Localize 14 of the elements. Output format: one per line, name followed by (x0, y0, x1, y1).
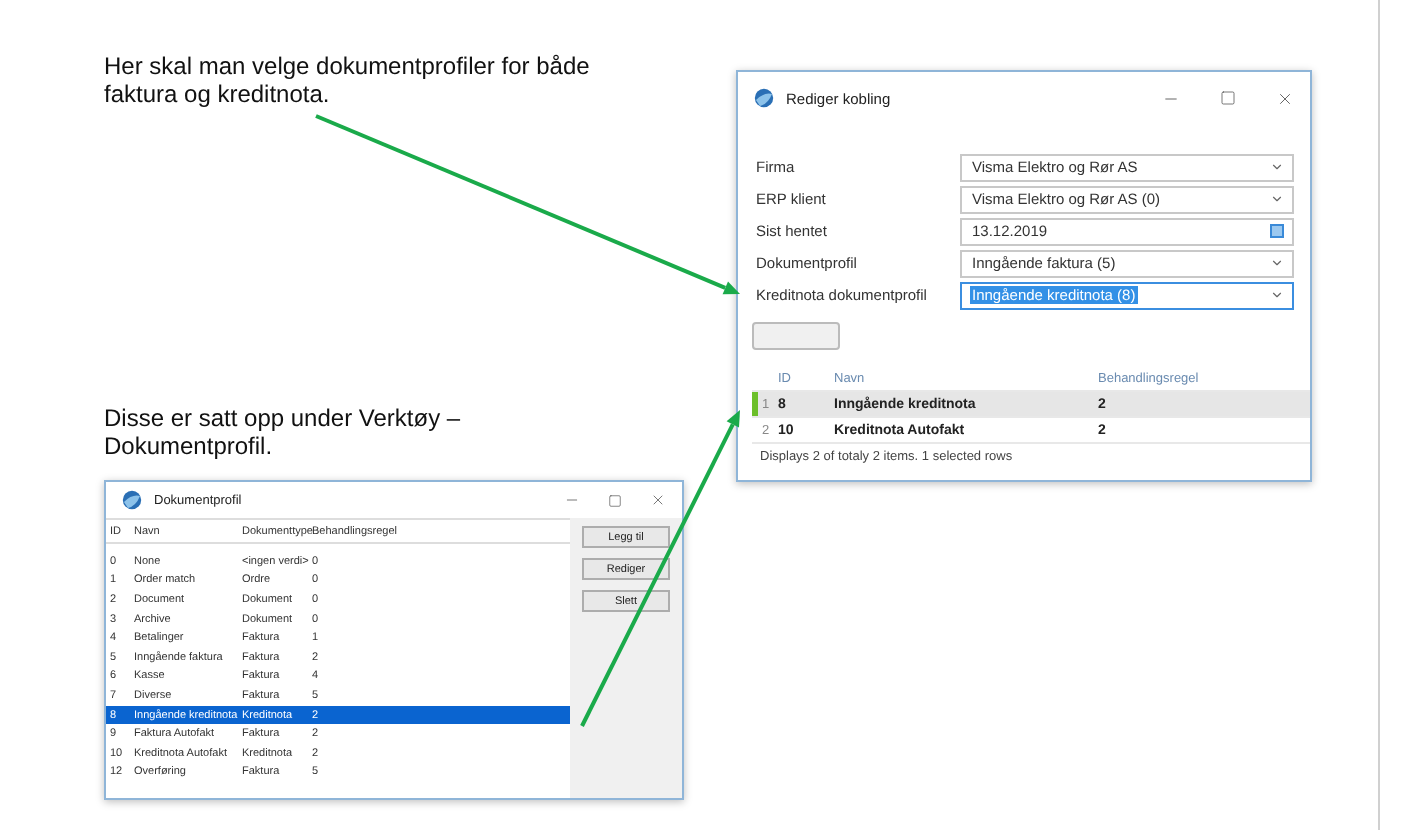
note-text: Her skal man velge dokumentprofiler for både faktura og kreditnota. (104, 52, 592, 108)
app-icon (754, 88, 774, 108)
chevron-icon (1270, 192, 1284, 206)
close-icon[interactable] (1276, 89, 1294, 107)
chevron-icon (1270, 160, 1284, 174)
app-icon (122, 490, 142, 510)
chevron-icon (1270, 288, 1284, 302)
note-text: Disse er satt opp under Verktøy – Dokumentprofil. (104, 404, 463, 460)
blank-button[interactable] (752, 322, 840, 350)
maximize-icon[interactable] (1220, 90, 1236, 106)
maximize-icon[interactable] (608, 493, 622, 507)
close-icon[interactable] (650, 492, 666, 508)
chevron-icon (1270, 256, 1284, 270)
calendar-icon (1270, 224, 1284, 238)
